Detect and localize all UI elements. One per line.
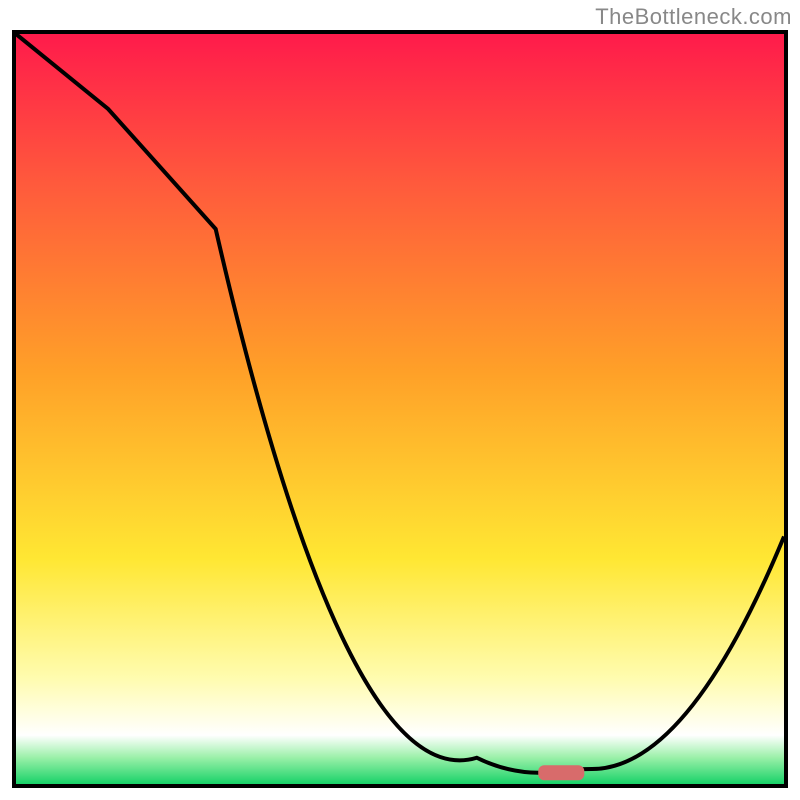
optimal-marker	[538, 765, 584, 780]
bottleneck-plot	[16, 34, 784, 784]
chart-stage: TheBottleneck.com	[0, 0, 800, 800]
watermark-text: TheBottleneck.com	[595, 4, 792, 30]
gradient-background	[16, 34, 784, 784]
